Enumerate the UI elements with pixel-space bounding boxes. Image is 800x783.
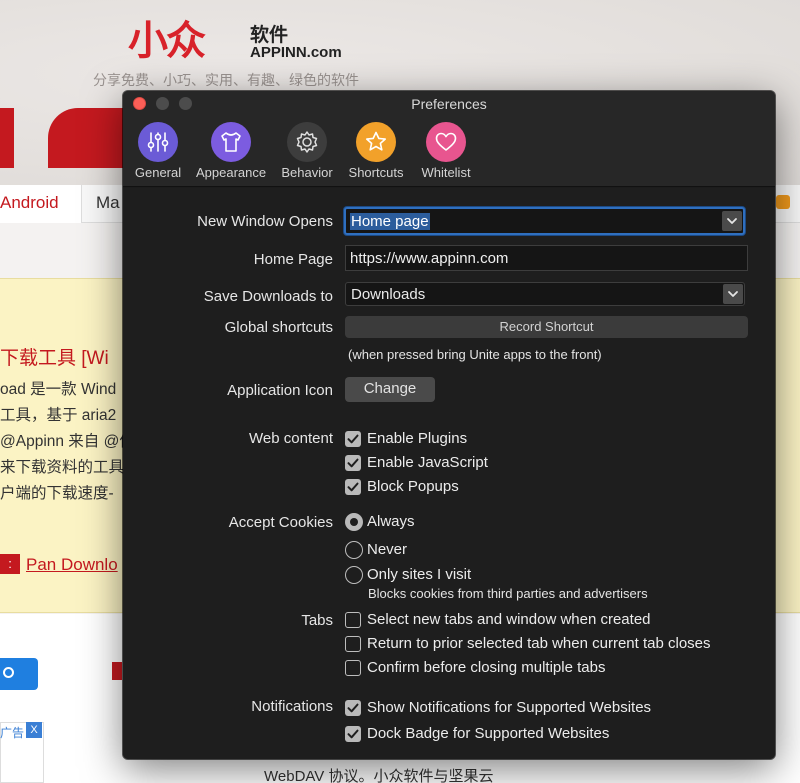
save-downloads-select[interactable]: Downloads — [345, 282, 745, 306]
global-shortcuts-hint: (when pressed bring Unite apps to the fr… — [348, 347, 602, 362]
change-icon-button[interactable]: Change — [345, 377, 435, 402]
option-label: Enable Plugins — [367, 430, 468, 447]
section-marker — [112, 662, 122, 680]
save-downloads-value: Downloads — [351, 286, 426, 303]
home-page-label: Home Page — [253, 251, 333, 268]
article-line: @Appinn 来自 @依 — [0, 433, 135, 450]
option-label: Confirm before closing multiple tabs — [367, 659, 606, 676]
shirt-icon — [211, 122, 251, 162]
site-logo-cn[interactable]: 软件 — [250, 20, 288, 47]
header-art-decoration-2 — [48, 108, 123, 168]
radio-selected-icon — [345, 513, 363, 531]
tab-appearance[interactable]: Appearance — [196, 122, 266, 180]
tabs-label: Tabs — [301, 612, 333, 629]
tab-general[interactable]: General — [123, 122, 193, 180]
option-label: Return to prior selected tab when curren… — [367, 635, 711, 652]
checkbox-empty-icon — [345, 636, 361, 652]
checkbox-empty-icon — [345, 660, 361, 676]
new-window-opens-select[interactable]: Home page — [344, 207, 745, 235]
new-window-opens-label: New Window Opens — [197, 213, 333, 230]
tab-label: Shortcuts — [348, 165, 404, 180]
tab-label: Behavior — [281, 165, 333, 180]
tab-behavior[interactable]: Behavior — [272, 122, 342, 180]
article-line: 来下载资料的工具 — [0, 459, 125, 476]
chevron-down-icon — [723, 284, 743, 304]
rss-icon[interactable] — [776, 195, 790, 209]
checkmark-icon — [345, 431, 361, 447]
checkmark-icon — [345, 455, 361, 471]
option-label: Show Notifications for Supported Website… — [367, 699, 652, 716]
radio-unselected-icon — [345, 541, 363, 559]
gear-icon — [287, 122, 327, 162]
checkmark-icon — [345, 726, 361, 742]
tab-label: Appearance — [196, 165, 267, 180]
ad-label: 广告 — [0, 726, 25, 740]
radio-unselected-icon — [345, 566, 363, 584]
option-label: Enable JavaScript — [367, 454, 488, 471]
star-icon — [356, 122, 396, 162]
preferences-window: Preferences General Appearance Behavior … — [123, 91, 775, 759]
application-icon-label: Application Icon — [227, 382, 333, 399]
cookies-hint: Blocks cookies from third parties and ad… — [368, 586, 648, 601]
nav-item-android[interactable]: Android — [0, 185, 82, 223]
tab-shortcuts[interactable]: Shortcuts — [341, 122, 411, 180]
site-logo-en[interactable]: APPINN.com — [250, 44, 342, 61]
option-label: Always — [367, 513, 415, 530]
ad-close-icon[interactable]: X — [26, 722, 42, 738]
header-art-decoration — [0, 108, 14, 168]
sliders-icon — [138, 122, 178, 162]
record-shortcut-button[interactable]: Record Shortcut — [345, 316, 748, 338]
option-label: Never — [367, 541, 408, 558]
heart-icon — [426, 122, 466, 162]
checkbox-empty-icon — [345, 612, 361, 628]
tab-whitelist[interactable]: Whitelist — [411, 122, 481, 180]
tab-label: General — [134, 165, 182, 180]
chevron-down-icon — [722, 211, 742, 231]
global-shortcuts-label: Global shortcuts — [224, 319, 333, 336]
checkmark-icon — [345, 479, 361, 495]
article-excerpt: WebDAV 协议。小众软件与坚果云 — [264, 768, 494, 783]
option-label: Block Popups — [367, 478, 459, 495]
nav-item-partial[interactable]: Ma — [96, 193, 120, 213]
article-line: 户端的下载速度- — [0, 485, 114, 502]
new-window-opens-value: Home page — [350, 213, 430, 230]
save-downloads-label: Save Downloads to — [203, 288, 333, 305]
tab-label: Whitelist — [421, 165, 471, 180]
article-line: 工具，基于 aria2 — [0, 407, 117, 424]
accept-cookies-label: Accept Cookies — [228, 514, 333, 531]
option-label: Only sites I visit — [367, 566, 472, 583]
pan-download-link[interactable]: Pan Downlo — [26, 555, 118, 575]
site-logo-mark[interactable]: 小众 — [128, 8, 206, 66]
notifications-label: Notifications — [251, 698, 333, 715]
web-content-label: Web content — [249, 430, 333, 447]
article-line: oad 是一款 Wind — [0, 381, 117, 398]
option-label: Dock Badge for Supported Websites — [367, 725, 610, 742]
home-page-value: https://www.appinn.com — [350, 250, 509, 267]
option-label: Select new tabs and window when created — [367, 611, 651, 628]
site-slogan: 分享免费、小巧、实用、有趣、绿色的软件 — [93, 72, 359, 88]
window-title: Preferences — [411, 96, 487, 112]
download-tag: : — [0, 554, 20, 574]
article-title[interactable]: 下载工具 [Wi — [0, 343, 109, 370]
checkmark-icon — [345, 700, 361, 716]
search-icon — [3, 667, 14, 678]
window-titlebar[interactable]: Preferences General Appearance Behavior … — [123, 91, 775, 187]
home-page-field[interactable]: https://www.appinn.com — [345, 245, 748, 271]
